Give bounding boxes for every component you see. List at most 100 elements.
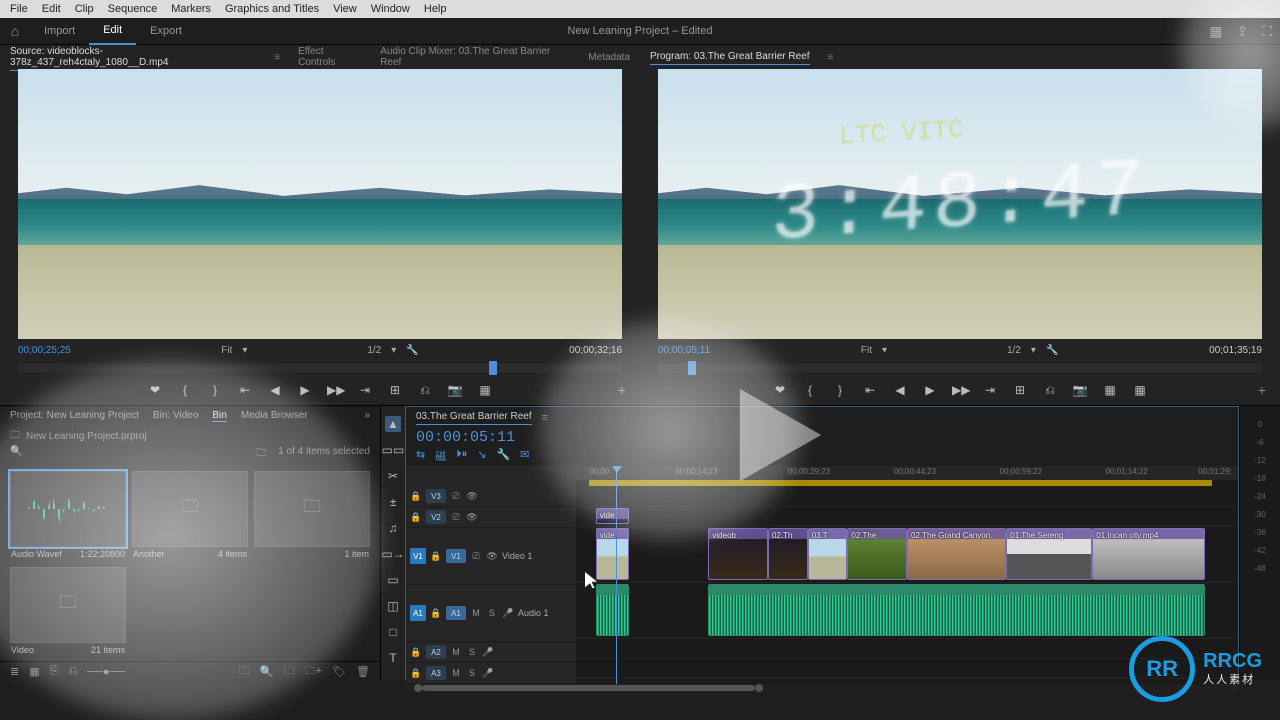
step-back-icon[interactable]: ◀ <box>892 383 908 397</box>
rate-tool-icon[interactable]: ± <box>385 494 401 510</box>
timeline-ruler[interactable]: 00;00 00;00;14;23 00;00;29;23 00;00;44;2… <box>576 466 1238 480</box>
video-clip[interactable]: videob <box>708 528 768 580</box>
os-menu-item[interactable]: Help <box>424 3 447 15</box>
os-menu-item[interactable]: Graphics and Titles <box>225 3 319 15</box>
insert-icon[interactable]: ⊞ <box>387 383 403 397</box>
freeform-view-icon[interactable]: ⎘ <box>50 665 59 678</box>
zoom-slider[interactable]: ──●── <box>87 666 125 678</box>
voiceover-icon[interactable]: 🎤 <box>502 608 514 619</box>
track-lane-a3[interactable] <box>576 658 1238 679</box>
play-icon[interactable]: ▶ <box>297 383 313 397</box>
label-icon[interactable]: 🏷 <box>332 665 346 678</box>
track-header-a1[interactable]: A1 🔒 A1 M S 🎤 Audio 1 <box>406 585 576 642</box>
video-clip[interactable]: 03.T <box>808 528 848 580</box>
step-fwd-icon[interactable]: ▶▶ <box>952 383 968 397</box>
video-clip[interactable]: vide <box>596 508 629 524</box>
audio-meter[interactable]: 0 -6 -12 -18 -24 -30 -36 -42 -48 <box>1239 406 1280 680</box>
track-header-a2[interactable]: 🔒 A2 M S 🎤 <box>406 642 576 663</box>
video-clip[interactable]: 01.Incan city.mp4 <box>1092 528 1205 580</box>
sort-icon[interactable]: ⎌ <box>68 665 77 678</box>
settings-icon[interactable]: 🔧 <box>496 448 510 464</box>
os-menu-item[interactable]: Sequence <box>108 3 158 15</box>
track-header-a3[interactable]: 🔒 A3 M S 🎤 <box>406 663 576 684</box>
audio-thumbnail[interactable] <box>10 471 126 547</box>
source-patch[interactable]: A1 <box>410 605 426 621</box>
os-menu-item[interactable]: View <box>333 3 357 15</box>
proj-tab-project[interactable]: Project: New Leaning Project <box>10 410 139 422</box>
icon-view-icon[interactable]: ▦ <box>29 665 39 678</box>
source-zoom[interactable]: 1/2 <box>367 345 381 356</box>
marker-icon[interactable]: ↘ <box>477 448 486 464</box>
os-menu-bar[interactable]: File Edit Clip Sequence Markers Graphics… <box>0 0 1280 18</box>
project-path[interactable]: New Leaning Project.prproj <box>26 431 147 442</box>
chevron-down-icon[interactable]: ▾ <box>242 345 247 356</box>
program-viewer[interactable]: LTC VITC 3:48:47 <box>658 69 1262 339</box>
type-tool-icon[interactable]: T <box>385 650 401 666</box>
program-tab[interactable]: Program: 03.The Great Barrier Reef <box>650 49 810 65</box>
video-clip[interactable]: 01.The Sereng <box>1006 528 1092 580</box>
audio-clip[interactable] <box>708 584 1205 636</box>
mute-icon[interactable]: M <box>450 647 462 657</box>
source-timecode-in[interactable]: 00;00;25;25 <box>18 345 71 356</box>
play-icon[interactable]: ▶ <box>922 383 938 397</box>
program-timecode[interactable]: 00;00;05;11 <box>658 345 710 356</box>
panel-menu-icon[interactable]: ≡ <box>542 412 548 424</box>
track-header-v2[interactable]: 🔒 V2 ⎚ 👁 <box>406 507 576 528</box>
delete-icon[interactable]: 🗑 <box>356 665 370 678</box>
voiceover-icon[interactable]: 🎤 <box>482 668 494 679</box>
os-menu-item[interactable]: Window <box>371 3 410 15</box>
lock-icon[interactable]: 🔒 <box>410 668 422 679</box>
os-menu-item[interactable]: File <box>10 3 28 15</box>
solo-icon[interactable]: S <box>466 647 478 657</box>
mark-clip-icon[interactable]: ❤ <box>772 383 788 397</box>
program-scrubber[interactable] <box>658 363 1262 373</box>
scroll-handle[interactable] <box>422 685 755 691</box>
timeline-tracks[interactable]: 00;00 00;00;14;23 00;00;29;23 00;00;44;2… <box>576 466 1238 684</box>
hand-tool-icon[interactable]: □ <box>385 624 401 640</box>
toggle-track-output-icon[interactable]: 👁 <box>486 551 498 562</box>
source-tab-mixer[interactable]: Audio Clip Mixer: 03.The Great Barrier R… <box>380 44 570 70</box>
track-target[interactable]: V1 <box>446 549 466 563</box>
automate-icon[interactable]: 🗀 <box>239 662 250 681</box>
step-back-icon[interactable]: ◀ <box>267 383 283 397</box>
lock-icon[interactable]: 🔒 <box>410 512 422 523</box>
caption-icon[interactable]: ✉ <box>520 448 529 464</box>
new-bin-icon[interactable]: 🗀 <box>256 446 266 463</box>
source-tab-effect[interactable]: Effect Controls <box>298 44 362 70</box>
ripple-tool-icon[interactable]: ✂ <box>385 468 401 484</box>
lock-icon[interactable]: 🔒 <box>410 491 422 502</box>
video-clip[interactable]: 02.Th <box>768 528 808 580</box>
button-editor-icon[interactable]: + <box>618 382 626 398</box>
sequence-tab[interactable]: 03.The Great Barrier Reef <box>416 411 532 425</box>
program-zoom[interactable]: 1/2 <box>1007 345 1021 356</box>
source-tab-meta[interactable]: Metadata <box>588 50 630 65</box>
toggle-track-output-icon[interactable]: 👁 <box>466 512 478 523</box>
chevron-down-icon[interactable]: ▾ <box>1031 345 1036 356</box>
go-in-icon[interactable]: ⇤ <box>862 383 878 397</box>
source-tab-clip[interactable]: Source: videoblocks-378z_437_reh4ctaly_1… <box>10 44 256 71</box>
toggle-track-output-icon[interactable]: 👁 <box>466 491 478 502</box>
wrench-icon[interactable]: 🔧 <box>406 345 418 356</box>
scroll-handle-left[interactable] <box>414 684 422 692</box>
slip-tool-icon[interactable]: ▭→ <box>385 546 401 562</box>
mute-icon[interactable]: M <box>470 608 482 618</box>
track-target[interactable]: A1 <box>446 606 466 620</box>
track-lane-v1[interactable]: videvideob02.Th03.T02.The02.The Grand Ca… <box>576 526 1238 583</box>
proj-tab-media[interactable]: Media Browser <box>241 410 308 422</box>
fullscreen-icon[interactable]: ⛶ <box>1262 23 1272 40</box>
audio-clip[interactable] <box>596 584 629 636</box>
export-frame-icon[interactable]: 📷 <box>1072 383 1088 397</box>
workspace-icon[interactable]: ▦ <box>1209 23 1222 40</box>
lock-icon[interactable]: 🔒 <box>430 608 442 619</box>
bin-item[interactable]: 🗀 Video21 items <box>10 567 126 657</box>
folder-thumbnail[interactable]: 🗀 <box>254 471 370 547</box>
program-playhead[interactable] <box>688 361 696 375</box>
track-lane-a1[interactable] <box>576 582 1238 639</box>
project-bins-grid[interactable]: Audio Wavef1:22;20800 🗀 Another4 items 🗀… <box>0 467 380 661</box>
lock-icon[interactable]: 🔒 <box>410 647 422 658</box>
mode-tab-export[interactable]: Export <box>136 18 196 44</box>
wrench-icon[interactable]: 🔧 <box>1046 345 1058 356</box>
solo-icon[interactable]: S <box>466 668 478 678</box>
button-editor-icon[interactable]: + <box>1258 382 1266 398</box>
track-target[interactable]: V2 <box>426 510 446 524</box>
